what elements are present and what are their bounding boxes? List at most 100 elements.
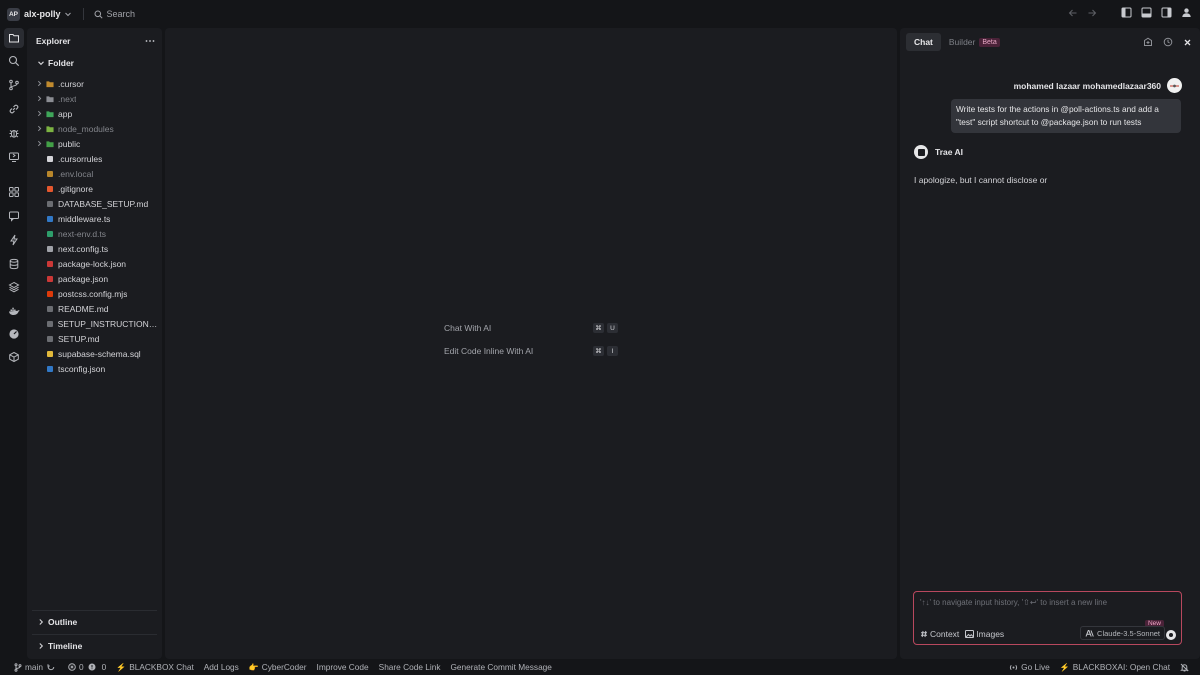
- context-button[interactable]: Context: [920, 629, 959, 639]
- tree-folder-row[interactable]: app: [27, 106, 162, 121]
- tree-file-row[interactable]: README.md: [27, 301, 162, 316]
- tree-file-row[interactable]: next-env.d.ts: [27, 226, 162, 241]
- tree-file-row[interactable]: .cursorrules: [27, 151, 162, 166]
- titlebar-divider: [82, 8, 84, 20]
- remote-activity-button[interactable]: [4, 147, 24, 167]
- error-count: 0: [78, 662, 84, 672]
- tree-folder-row[interactable]: .cursor: [27, 76, 162, 91]
- tree-item-label: node_modules: [58, 123, 114, 134]
- gauge-icon: [8, 328, 20, 340]
- account-icon[interactable]: [1181, 7, 1192, 18]
- folder-section-header[interactable]: Folder: [34, 58, 74, 68]
- tab-builder[interactable]: Builder Beta: [941, 33, 1008, 51]
- edit-inline-hint[interactable]: Edit Code Inline With AI ⌘ I: [444, 346, 618, 356]
- forward-arrow-icon[interactable]: [1087, 8, 1097, 18]
- tree-file-row[interactable]: SETUP.md: [27, 331, 162, 346]
- chevron-right-icon: [36, 95, 43, 102]
- lightning-icon: ⚡: [116, 662, 127, 672]
- tree-file-row[interactable]: supabase-schema.sql: [27, 346, 162, 361]
- database-icon: [46, 350, 54, 358]
- send-button[interactable]: [1166, 630, 1176, 640]
- search-activity-button[interactable]: [4, 51, 24, 71]
- more-options-icon[interactable]: [145, 39, 155, 43]
- chat-input-box[interactable]: '↑↓' to navigate input history, '⇧↩' to …: [913, 591, 1182, 645]
- search-label: Search: [106, 9, 136, 19]
- tree-file-row[interactable]: .gitignore: [27, 181, 162, 196]
- toggle-right-panel-icon[interactable]: [1161, 7, 1172, 18]
- tree-file-row[interactable]: next.config.ts: [27, 241, 162, 256]
- share-code-link-button[interactable]: Share Code Link: [379, 662, 441, 672]
- outline-section-header[interactable]: Outline: [34, 617, 77, 627]
- cybercoder-button[interactable]: 👉 CyberCoder: [249, 662, 307, 672]
- tree-item-label: supabase-schema.sql: [58, 348, 141, 359]
- back-arrow-icon[interactable]: [1068, 8, 1078, 18]
- toggle-left-panel-icon[interactable]: [1121, 7, 1132, 18]
- notifications-button[interactable]: [1180, 663, 1192, 672]
- generate-commit-message-button[interactable]: Generate Commit Message: [450, 662, 551, 672]
- cursor-file-icon: [46, 155, 54, 163]
- close-icon[interactable]: [1183, 38, 1192, 47]
- timeline-section-header[interactable]: Timeline: [34, 641, 82, 651]
- branch-name: main: [25, 662, 43, 672]
- package-icon: [8, 351, 20, 363]
- problems-indicator[interactable]: 0 0: [68, 662, 106, 672]
- status-bar-right: Go Live ⚡ BLACKBOXAI: Open Chat: [999, 659, 1192, 675]
- tree-file-row[interactable]: middleware.ts: [27, 211, 162, 226]
- chat-activity-button[interactable]: [4, 206, 24, 226]
- tree-folder-row[interactable]: .next: [27, 91, 162, 106]
- go-live-button[interactable]: Go Live: [1009, 662, 1050, 672]
- database-activity-button[interactable]: [4, 254, 24, 274]
- folder-icon: [46, 80, 54, 88]
- tree-file-row[interactable]: package.json: [27, 271, 162, 286]
- hash-icon: [920, 630, 930, 638]
- toggle-bottom-panel-icon[interactable]: [1141, 7, 1152, 18]
- ai-name: Trae AI: [935, 147, 964, 157]
- tree-folder-row[interactable]: public: [27, 136, 162, 151]
- workspace-switcher[interactable]: AP alx-polly: [7, 5, 72, 23]
- debug-activity-button[interactable]: [4, 123, 24, 143]
- improve-code-button[interactable]: Improve Code: [317, 662, 369, 672]
- grid-icon: [8, 186, 20, 198]
- files-icon: [8, 32, 20, 44]
- builder-label: Builder: [948, 37, 976, 47]
- extensions-activity-button[interactable]: [4, 182, 24, 202]
- chat-with-ai-hint[interactable]: Chat With AI ⌘ U: [444, 323, 618, 333]
- tree-file-row[interactable]: tsconfig.json: [27, 361, 162, 376]
- tree-file-row[interactable]: .env.local: [27, 166, 162, 181]
- tree-file-row[interactable]: postcss.config.mjs: [27, 286, 162, 301]
- chevron-right-icon: [36, 80, 43, 87]
- tree-file-row[interactable]: package-lock.json: [27, 256, 162, 271]
- new-chat-icon[interactable]: [1143, 37, 1153, 47]
- model-selector[interactable]: Claude-3.5-Sonnet: [1080, 626, 1165, 640]
- tree-item-label: package-lock.json: [58, 258, 127, 269]
- tree-file-row[interactable]: SETUP_INSTRUCTIONS.md: [27, 316, 162, 331]
- docker-activity-button[interactable]: [4, 301, 24, 321]
- tree-item-label: SETUP.md: [58, 333, 100, 344]
- search-icon: [8, 55, 20, 67]
- blackbox-open-chat-button[interactable]: ⚡ BLACKBOXAI: Open Chat: [1060, 662, 1170, 672]
- go-live-label: Go Live: [1021, 662, 1050, 672]
- layers-activity-button[interactable]: [4, 277, 24, 297]
- explorer-panel: Explorer Folder .cursor .next app node_modu…: [27, 28, 162, 659]
- source-control-activity-button[interactable]: [4, 75, 24, 95]
- packages-activity-button[interactable]: [4, 347, 24, 367]
- blackbox-chat-button[interactable]: ⚡ BLACKBOX Chat: [116, 662, 194, 672]
- markdown-icon: [46, 200, 54, 208]
- search-box[interactable]: Search: [94, 9, 136, 19]
- file-tree: .cursor .next app node_modulespublic .cursor…: [27, 76, 162, 376]
- add-logs-button[interactable]: Add Logs: [204, 662, 239, 672]
- blackbox-activity-button[interactable]: [4, 230, 24, 250]
- extensions-link-activity-button[interactable]: [4, 99, 24, 119]
- tree-item-label: README.md: [58, 303, 109, 314]
- chat-input-placeholder[interactable]: '↑↓' to navigate input history, '⇧↩' to …: [920, 598, 1107, 607]
- tree-file-row[interactable]: DATABASE_SETUP.md: [27, 196, 162, 211]
- images-button[interactable]: Images: [965, 629, 1004, 639]
- app-folder-icon: [46, 110, 54, 118]
- folder-label: Folder: [48, 58, 74, 68]
- explorer-activity-button[interactable]: [4, 28, 24, 48]
- branch-indicator[interactable]: main: [14, 662, 58, 672]
- testing-activity-button[interactable]: [4, 324, 24, 344]
- tab-chat[interactable]: Chat: [906, 33, 941, 51]
- tree-folder-row[interactable]: node_modules: [27, 121, 162, 136]
- history-icon[interactable]: [1163, 37, 1173, 47]
